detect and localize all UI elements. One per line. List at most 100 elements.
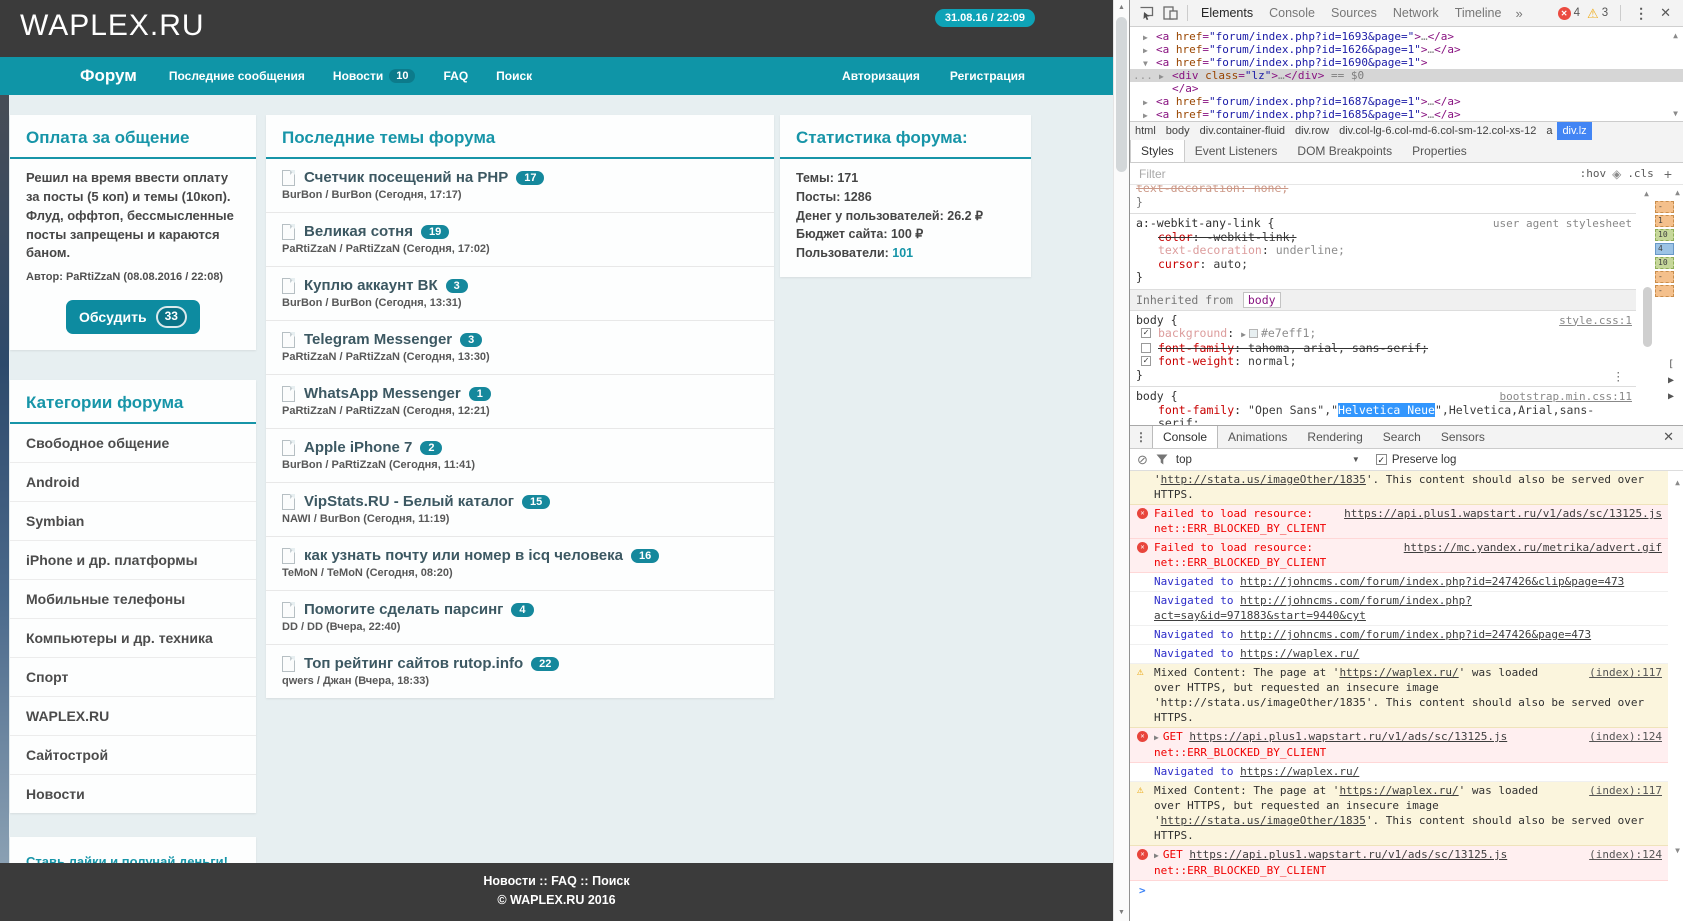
console-url-link[interactable]: https://waplex.ru/: [1240, 765, 1359, 778]
topic-row[interactable]: Apple iPhone 72BurBon / PaRtiZzaN (Сегод…: [266, 428, 774, 482]
topic-row[interactable]: как узнать почту или номер в icq человек…: [266, 536, 774, 590]
console-tab-console[interactable]: Console: [1152, 426, 1218, 448]
console-prompt[interactable]: >: [1130, 881, 1668, 887]
property-checkbox[interactable]: ✓: [1141, 356, 1151, 366]
console-url-link[interactable]: act=say&id=971883&start=9440&cyt: [1154, 609, 1366, 622]
rule-source-link[interactable]: style.css:1: [1559, 314, 1632, 328]
message-source-link[interactable]: (index):117: [1589, 783, 1662, 798]
clear-console-icon[interactable]: ⊘: [1137, 453, 1148, 466]
dom-tree-row[interactable]: ▶<a href="forum/index.php?id=1693&page="…: [1130, 30, 1683, 43]
console-url-link[interactable]: https://api.plus1.wapstart.ru/v1/ads/sc/…: [1189, 730, 1507, 743]
dom-tree-row[interactable]: ...▶<div class="lz">…</div> == $0: [1130, 69, 1683, 82]
message-source-link[interactable]: (index):124: [1589, 847, 1662, 862]
footer-link[interactable]: Новости: [483, 874, 535, 888]
element-state-icon[interactable]: ◈: [1612, 167, 1621, 181]
category-item[interactable]: Свободное общение: [10, 424, 256, 462]
footer-link[interactable]: Поиск: [592, 874, 630, 888]
tree-scroll-down-icon[interactable]: ▼: [1673, 109, 1678, 118]
category-item[interactable]: Мобильные телефоны: [10, 579, 256, 618]
console-tab-rendering[interactable]: Rendering: [1297, 426, 1372, 448]
topic-row[interactable]: Топ рейтинг сайтов rutop.info22qwers / Д…: [266, 644, 774, 698]
tree-collapsed-arrow-icon[interactable]: ▶: [1143, 109, 1148, 121]
device-toolbar-icon[interactable]: [1158, 3, 1182, 23]
context-dropdown-icon[interactable]: ▼: [1352, 455, 1360, 464]
drawer-close-icon[interactable]: ✕: [1654, 426, 1683, 448]
devtools-close-icon[interactable]: ✕: [1656, 5, 1679, 21]
nav-item[interactable]: Последние сообщения: [169, 69, 305, 83]
rule-source-link[interactable]: bootstrap.min.css:11: [1500, 390, 1632, 404]
tab-sources[interactable]: Sources: [1323, 0, 1385, 26]
nav-forum-brand[interactable]: Форум: [80, 66, 137, 86]
preserve-log-checkbox[interactable]: ✓: [1376, 454, 1387, 465]
expand-message-icon[interactable]: ▶: [1154, 851, 1159, 860]
category-item[interactable]: WAPLEX.RU: [10, 696, 256, 735]
preserve-log-toggle[interactable]: ✓ Preserve log: [1376, 454, 1457, 466]
expand-message-icon[interactable]: ▶: [1154, 733, 1159, 742]
scroll-up-arrow-icon[interactable]: ▲: [1114, 1, 1129, 15]
stat-value[interactable]: 101: [892, 246, 913, 260]
breadcrumb-item[interactable]: div.container-fluid: [1195, 122, 1290, 140]
breadcrumb-item[interactable]: div.row: [1290, 122, 1334, 140]
breadcrumb-item[interactable]: html: [1130, 122, 1161, 140]
tree-scroll-up-icon[interactable]: ▲: [1673, 31, 1678, 40]
inspect-element-icon[interactable]: [1134, 3, 1158, 23]
console-url-link[interactable]: https://api.plus1.wapstart.ru/v1/ads/sc/…: [1344, 506, 1662, 521]
dom-tree-row[interactable]: ▶<a href="forum/index.php?id=1626&page=1…: [1130, 43, 1683, 56]
nav-item[interactable]: FAQ: [443, 69, 468, 83]
console-url-link[interactable]: http://johncms.com/forum/index.php?id=24…: [1240, 575, 1624, 588]
breadcrumb-item[interactable]: body: [1161, 122, 1195, 140]
topic-row[interactable]: Куплю аккаунт ВК3BurBon / BurBon (Сегодн…: [266, 266, 774, 320]
tab-network[interactable]: Network: [1385, 0, 1447, 26]
more-tabs-chevron[interactable]: »: [1509, 6, 1528, 21]
nav-item[interactable]: Новости10: [333, 69, 416, 83]
css-selector[interactable]: body {: [1136, 313, 1178, 327]
css-property[interactable]: text-decoration: underline;: [1136, 244, 1632, 258]
console-url-link[interactable]: https://waplex.ru/: [1339, 666, 1458, 679]
new-style-rule-icon[interactable]: +: [1664, 166, 1672, 182]
console-url-link[interactable]: http://stata.us/imageOther/1835: [1161, 473, 1366, 486]
sidebar-tab-styles[interactable]: Styles: [1130, 140, 1185, 162]
rule-overflow-menu-icon[interactable]: ⋮: [1613, 370, 1625, 384]
discuss-button[interactable]: Обсудить 33: [66, 300, 200, 333]
property-checkbox[interactable]: [1141, 343, 1151, 353]
expand-shorthand-icon[interactable]: ▶: [1241, 330, 1246, 339]
breadcrumb-item[interactable]: div.col-lg-6.col-md-6.col-sm-12.col-xs-1…: [1334, 122, 1541, 140]
property-checkbox[interactable]: ✓: [1141, 328, 1151, 338]
category-item[interactable]: Новости: [10, 774, 256, 813]
category-item[interactable]: Symbian: [10, 501, 256, 540]
message-source-link[interactable]: (index):117: [1589, 665, 1662, 680]
message-source-link[interactable]: (index):124: [1589, 729, 1662, 744]
dom-tree-row[interactable]: </a>: [1130, 82, 1683, 95]
css-selector[interactable]: a:-webkit-any-link {: [1136, 216, 1274, 230]
category-item[interactable]: iPhone и др. платформы: [10, 540, 256, 579]
styles-filter-input[interactable]: [1137, 166, 1574, 182]
scroll-down-arrow-icon[interactable]: ▼: [1114, 906, 1129, 920]
computed-scroll-up-icon[interactable]: ▲: [1675, 188, 1680, 197]
sidebar-tab-properties[interactable]: Properties: [1402, 140, 1477, 162]
console-scroll-down-icon[interactable]: ▼: [1675, 843, 1680, 858]
css-property[interactable]: font-family: "Open Sans","Helvetica Neue…: [1136, 404, 1632, 427]
console-url-link[interactable]: http://stata.us/imageOther/1835: [1161, 814, 1366, 827]
console-url-link[interactable]: https://waplex.ru/: [1339, 784, 1458, 797]
css-selector[interactable]: body {: [1136, 389, 1178, 403]
tab-timeline[interactable]: Timeline: [1447, 0, 1510, 26]
inherited-node-link[interactable]: body: [1243, 292, 1281, 308]
breadcrumb-item[interactable]: a: [1541, 122, 1557, 140]
toggle-hover-state[interactable]: :hov: [1580, 167, 1607, 180]
console-url-link[interactable]: https://mc.yandex.ru/metrika/advert.gif: [1404, 540, 1662, 555]
page-scrollbar-thumb[interactable]: [1116, 17, 1127, 172]
nav-item[interactable]: Поиск: [496, 69, 532, 83]
dom-tree-row[interactable]: ▼<a href="forum/index.php?id=1690&page=1…: [1130, 56, 1683, 69]
dom-tree-row[interactable]: ▶<a href="forum/index.php?id=1685&page=1…: [1130, 108, 1683, 121]
nav-item[interactable]: Авторизация: [842, 69, 920, 83]
css-property[interactable]: ✓font-weight: normal;: [1136, 355, 1632, 369]
footer-link[interactable]: FAQ: [551, 874, 577, 888]
css-property[interactable]: ✓background: ▶#e7eff1;: [1136, 327, 1632, 342]
drawer-menu-icon[interactable]: ⋮: [1130, 426, 1152, 448]
console-scroll-up-icon[interactable]: ▲: [1675, 475, 1680, 490]
color-swatch[interactable]: [1249, 329, 1258, 338]
nav-item[interactable]: Регистрация: [950, 69, 1025, 83]
topic-row[interactable]: Великая сотня19PaRtiZzaN / PaRtiZzaN (Се…: [266, 212, 774, 266]
breadcrumb-item[interactable]: div.lz: [1557, 122, 1591, 140]
dom-tree-row[interactable]: ▶<a href="forum/index.php?id=1687&page=1…: [1130, 95, 1683, 108]
